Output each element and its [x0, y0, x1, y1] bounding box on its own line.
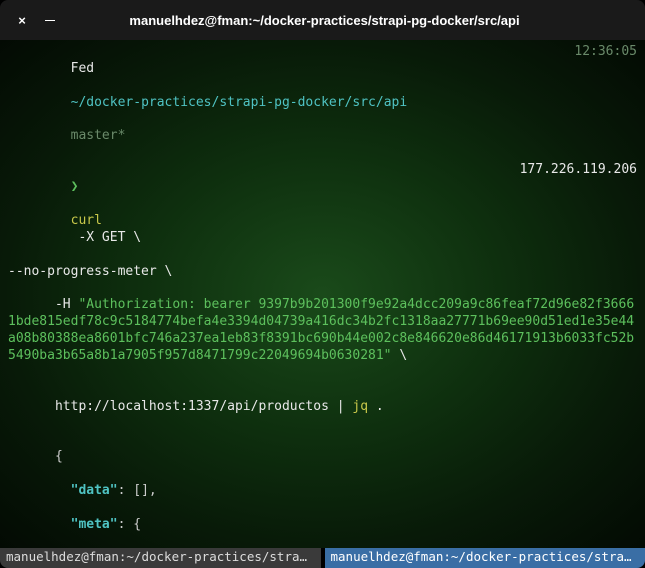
cmd-line-3: -H "Authorization: bearer 9397b9b201300f…: [8, 280, 637, 381]
cmd-jq: jq: [352, 399, 368, 414]
cmd-auth: "Authorization: bearer 9397b9b201300f9e9…: [8, 297, 634, 363]
prompt-time: 12:36:05: [574, 44, 637, 162]
prompt-path: ~/docker-practices/strapi-pg-docker/src/…: [71, 95, 408, 110]
status-bar: manuelhdez@fman:~/docker-practices/strap…: [0, 548, 645, 568]
json-output: { "data": [], "meta": { "pagination": { …: [8, 432, 637, 548]
minimize-button[interactable]: —: [38, 8, 62, 32]
cmd-h: -H: [55, 297, 78, 312]
titlebar: × — manuelhdez@fman:~/docker-practices/s…: [0, 0, 645, 40]
cmd-cont: \: [392, 348, 408, 363]
cmd-flags: -X GET \: [71, 230, 141, 245]
cmd-line-4: http://localhost:1337/api/productos | jq…: [8, 382, 637, 433]
cmd-url: http://localhost:1337/api/productos: [55, 399, 329, 414]
prompt-ip: 177.226.119.206: [520, 162, 637, 263]
cmd-line-2: --no-progress-meter \: [8, 264, 637, 281]
prompt-host: Fed: [71, 61, 94, 76]
cmd-curl: curl: [71, 213, 102, 228]
prompt-branch: master*: [71, 128, 126, 143]
window-title: manuelhdez@fman:~/docker-practices/strap…: [66, 13, 583, 28]
prompt-line-1: Fed ~/docker-practices/strapi-pg-docker/…: [8, 44, 637, 162]
command-line-1: ❯ curl -X GET \ 177.226.119.206: [8, 162, 637, 263]
terminal-window: × — manuelhdez@fman:~/docker-practices/s…: [0, 0, 645, 568]
cmd-dot: .: [368, 399, 384, 414]
status-tab-2[interactable]: manuelhdez@fman:~/docker-practices/strap…: [325, 548, 645, 568]
close-button[interactable]: ×: [10, 8, 34, 32]
status-tab-1[interactable]: manuelhdez@fman:~/docker-practices/strap…: [0, 548, 321, 568]
prompt-arrow: ❯: [71, 179, 79, 194]
terminal-viewport[interactable]: Fed ~/docker-practices/strapi-pg-docker/…: [0, 40, 645, 548]
